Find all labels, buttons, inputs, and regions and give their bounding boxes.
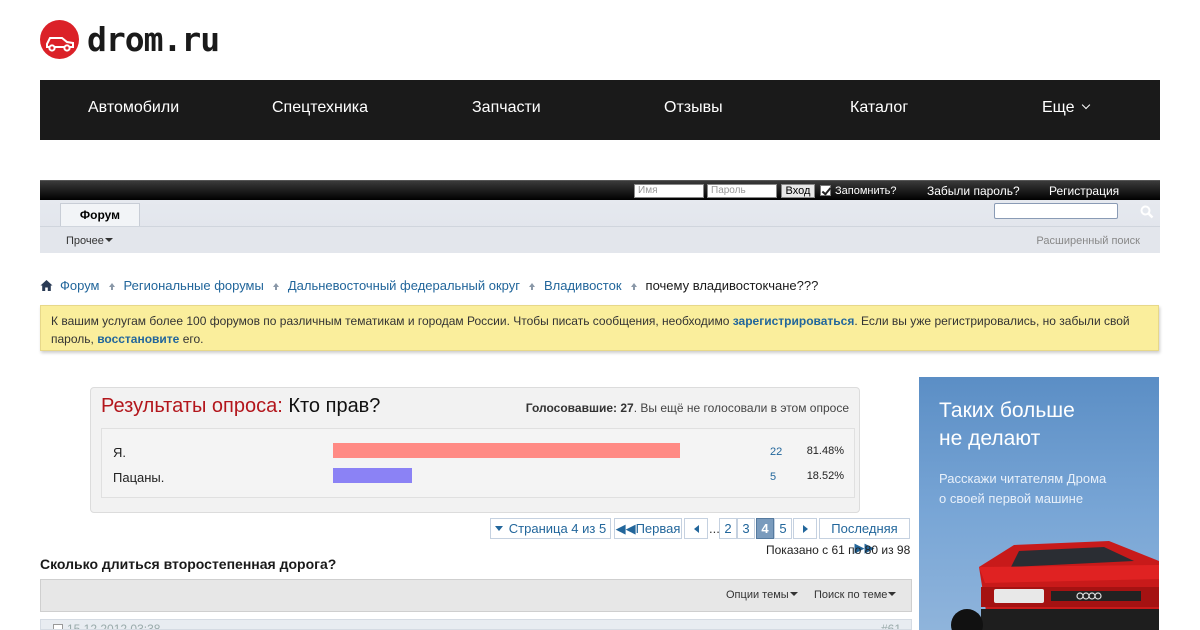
poll-voters-note: . Вы ещё не голосовали в этом опросе [633,401,849,415]
more-menu-label: Прочее [66,235,104,247]
ad-headline-line-2: не делают [939,427,1041,450]
remember-checkbox[interactable] [820,185,831,196]
notice-register-link[interactable]: зарегистрироваться [733,314,855,328]
more-menu[interactable]: Прочее [66,235,113,247]
breadcrumb-regional-forums[interactable]: Региональные форумы [124,278,264,293]
ad-headline-line-1: Таких больше [939,399,1075,422]
first-page-label: Первая [635,521,681,536]
caret-down-icon [789,592,798,596]
forgot-password-link[interactable]: Забыли пароль? [927,184,1020,198]
post-date: 15.12.2012 03:38 [67,622,161,630]
page-info-dropdown[interactable]: Страница 4 из 5 [490,518,611,539]
breadcrumb-vladivostok[interactable]: Владивосток [544,278,622,293]
guest-notice: К вашим услугам более 100 форумов по раз… [40,305,1159,351]
poll-option-votes[interactable]: 5 [770,471,776,483]
poll-voters-label: Голосовавшие: [525,401,617,415]
breadcrumb-arrow-icon [108,282,115,290]
post-number-link[interactable]: #61 [881,622,901,629]
search-input[interactable] [994,203,1118,219]
username-input[interactable]: Имя [634,184,704,198]
caret-down-icon [888,592,897,596]
page-button-2[interactable]: 2 [719,518,737,539]
drom-logo[interactable]: drom.ru [40,18,220,60]
thread-controls-bar: Опции темы Поиск по теме [40,579,912,612]
page-button-current[interactable]: 4 [756,518,774,539]
prev-arrow-icon [693,525,699,533]
breadcrumb-current: почему владивостокчане??? [645,278,819,293]
poll-title-prefix: Результаты опроса: [101,395,283,417]
page-button-5[interactable]: 5 [774,518,792,539]
caret-down-icon [494,526,503,531]
ad-banner[interactable]: Таких больше не делают Расскажи читателям… [919,377,1159,630]
poll-option-bar [333,443,680,458]
notice-restore-link[interactable]: восстановите [97,332,179,346]
subnav-secondary-row: Прочее Расширенный поиск [40,226,1160,253]
logo-text: drom.ru [87,19,220,59]
chevron-down-icon [1081,100,1090,110]
poll-option-votes[interactable]: 22 [770,446,782,458]
page-info-label: Страница 4 из 5 [508,521,607,536]
breadcrumb-far-east-district[interactable]: Дальневосточный федеральный округ [288,278,520,293]
register-link[interactable]: Регистрация [1049,184,1119,198]
poll-title: Результаты опроса: Кто прав? [101,395,380,418]
notice-text-3: его. [179,332,204,346]
thread-options-menu[interactable]: Опции темы [726,589,798,601]
poll-option-label: Пацаны. [113,470,165,485]
caret-down-icon [104,238,113,242]
ad-headline: Таких больше не делают [939,397,1139,453]
nav-more-label: Еще [1042,99,1075,116]
forum-subnav: Форум Прочее Расширенный поиск [40,200,1160,253]
nav-more[interactable]: Еще [1042,99,1090,117]
post-select-checkbox[interactable] [53,624,63,629]
tab-forum[interactable]: Форум [60,203,140,226]
prev-page-button[interactable] [684,518,708,539]
remember-label: Запомнить? [835,185,897,197]
poll-option-label: Я. [113,445,126,460]
login-button[interactable]: Вход [781,184,815,198]
first-page-icon: ◀◀ [615,521,636,536]
advanced-search-link[interactable]: Расширенный поиск [1036,235,1140,247]
search-thread-menu[interactable]: Поиск по теме [814,589,897,601]
page-button-3[interactable]: 3 [737,518,755,539]
notice-text-1: К вашим услугам более 100 форумов по раз… [51,314,733,328]
nav-reviews[interactable]: Отзывы [664,99,723,117]
forum-login-bar: Имя Пароль Вход Запомнить? Забыли пароль… [40,180,1160,200]
thread-title: Сколько длиться второстепенная дорога? [40,556,337,572]
main-nav: Автомобили Спецтехника Запчасти Отзывы К… [40,80,1160,140]
poll-question: Кто прав? [288,395,381,417]
poll-option-percent: 18.52% [806,470,844,482]
ad-subtext: Расскажи читателям Дрома о своей первой м… [939,469,1139,509]
next-arrow-icon [802,525,808,533]
home-icon[interactable] [40,279,53,292]
red-car-image [951,541,1159,630]
last-page-button[interactable]: Последняя ▶▶ [819,518,910,555]
nav-special-machinery[interactable]: Спецтехника [272,99,368,117]
first-page-button[interactable]: ◀◀Первая [614,518,682,539]
nav-parts[interactable]: Запчасти [472,99,541,117]
shown-range: Показано с 61 по 80 из 98 [766,543,911,557]
poll-option-percent: 81.48% [806,445,844,457]
breadcrumb-arrow-icon [528,282,535,290]
password-input[interactable]: Пароль [707,184,777,198]
breadcrumb-arrow-icon [630,282,637,290]
poll-options: Я. 22 81.48% Пацаны. 5 18.52% [101,428,855,498]
poll-results: Результаты опроса: Кто прав? Голосовавши… [90,387,860,513]
nav-catalog[interactable]: Каталог [850,99,908,117]
search-thread-label: Поиск по теме [814,589,888,601]
breadcrumb-forum[interactable]: Форум [60,278,100,293]
poll-option-bar [333,468,412,483]
nav-cars[interactable]: Автомобили [88,99,179,117]
ad-subtext-line-1: Расскажи читателям Дрома [939,471,1107,486]
ad-subtext-line-2: о своей первой машине [939,491,1084,506]
search-icon[interactable] [1140,205,1154,219]
breadcrumb: Форум Региональные форумы Дальневосточны… [40,278,818,293]
post-header: 15.12.2012 03:38 #61 [40,619,912,630]
last-page-label: Последняя [831,521,898,536]
breadcrumb-arrow-icon [272,282,279,290]
thread-options-label: Опции темы [726,589,789,601]
drom-car-logo-icon [40,19,79,59]
poll-voters: Голосовавшие: 27. Вы ещё не голосовали в… [526,401,849,415]
poll-voters-count: 27 [620,401,634,415]
next-page-button[interactable] [793,518,817,539]
